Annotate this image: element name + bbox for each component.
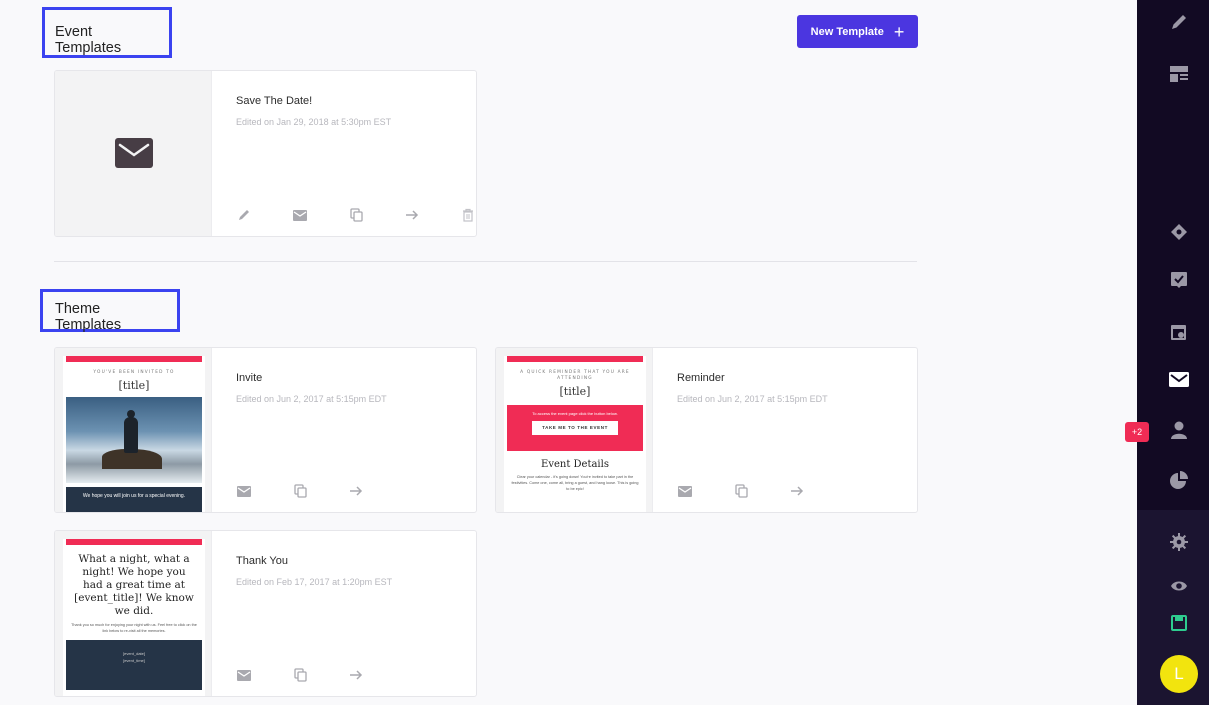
preview-cta-box: To access the event page click the butto… <box>507 405 643 451</box>
template-thumbnail <box>55 71 212 236</box>
theme-templates-heading: Theme Templates <box>40 289 180 333</box>
mail-icon[interactable] <box>235 666 253 684</box>
ticket-icon[interactable] <box>1169 222 1189 242</box>
new-template-label: New Template <box>810 25 884 38</box>
pencil-icon[interactable] <box>1169 12 1189 32</box>
preview-body: Thank you so much for enjoying your nigh… <box>71 623 197 633</box>
template-edited-date: Edited on Feb 17, 2017 at 1:20pm EST <box>236 577 393 587</box>
trash-icon[interactable] <box>459 206 476 224</box>
email-preview: What a night, what a night! We hope you … <box>63 539 205 696</box>
template-thumbnail: A QUICK REMINDER THAT YOU ARE ATTENDING … <box>496 348 653 512</box>
pencil-icon[interactable] <box>235 206 253 224</box>
envelope-icon <box>115 138 153 168</box>
preview-details-heading: Event Details <box>541 459 609 470</box>
preview-box-text: To access the event page click the butto… <box>532 411 618 416</box>
template-thumbnail: YOU'VE BEEN INVITED TO [title] We hope y… <box>55 348 212 512</box>
template-card-save-the-date[interactable]: Save The Date! Edited on Jan 29, 2018 at… <box>54 70 477 237</box>
preview-title: [title] <box>559 385 591 398</box>
template-edited-date: Edited on Jan 29, 2018 at 5:30pm EST <box>236 117 392 127</box>
duplicate-icon[interactable] <box>732 482 750 500</box>
preview-footer: We hope you will join us for a special e… <box>66 487 202 512</box>
template-card-thank-you[interactable]: What a night, what a night! We hope you … <box>54 530 477 697</box>
template-name: Thank You <box>236 555 288 567</box>
preview-footer: [event_date] [event_time] <box>66 640 202 690</box>
email-preview: A QUICK REMINDER THAT YOU ARE ATTENDING … <box>504 356 646 512</box>
email-preview: YOU'VE BEEN INVITED TO [title] We hope y… <box>63 356 205 512</box>
section-divider <box>54 261 917 262</box>
duplicate-icon[interactable] <box>291 666 309 684</box>
right-sidebar <box>1137 0 1209 705</box>
avatar[interactable]: L <box>1160 655 1198 693</box>
preview-line-1: [event_date] <box>122 651 146 656</box>
calendar-icon[interactable] <box>1169 322 1189 342</box>
template-edited-date: Edited on Jun 2, 2017 at 5:15pm EDT <box>236 394 387 404</box>
template-card-reminder[interactable]: A QUICK REMINDER THAT YOU ARE ATTENDING … <box>495 347 918 513</box>
eye-icon[interactable] <box>1169 576 1189 596</box>
duplicate-icon[interactable] <box>291 482 309 500</box>
mail-icon[interactable] <box>676 482 694 500</box>
preview-kicker: A QUICK REMINDER THAT YOU ARE ATTENDING <box>520 370 630 381</box>
arrow-right-icon[interactable] <box>403 206 421 224</box>
preview-kicker: YOU'VE BEEN INVITED TO <box>93 370 175 375</box>
mail-icon[interactable] <box>1169 369 1189 389</box>
pie-chart-icon[interactable] <box>1169 470 1189 490</box>
duplicate-icon[interactable] <box>347 206 365 224</box>
new-template-button[interactable]: New Template + <box>797 15 918 48</box>
preview-cta-button: TAKE ME TO THE EVENT <box>532 421 618 435</box>
mail-icon[interactable] <box>235 482 253 500</box>
layout-icon[interactable] <box>1169 64 1189 84</box>
plus-icon: + <box>893 21 905 42</box>
gear-icon[interactable] <box>1169 532 1189 552</box>
hiker-image <box>66 397 202 483</box>
preview-details-text: Clear your calendar - it's going down! Y… <box>511 475 639 491</box>
template-thumbnail: What a night, what a night! We hope you … <box>55 531 212 696</box>
arrow-right-icon[interactable] <box>788 482 806 500</box>
template-card-invite[interactable]: YOU'VE BEEN INVITED TO [title] We hope y… <box>54 347 477 513</box>
notification-badge: +2 <box>1125 422 1149 442</box>
preview-title: [title] <box>118 379 150 392</box>
arrow-right-icon[interactable] <box>347 482 365 500</box>
template-name: Save The Date! <box>236 95 313 107</box>
checkbox-icon[interactable] <box>1169 270 1189 290</box>
mail-icon[interactable] <box>291 206 309 224</box>
person-icon[interactable] <box>1169 420 1189 440</box>
template-name: Reminder <box>677 372 725 384</box>
template-name: Invite <box>236 372 263 384</box>
preview-heading: What a night, what a night! We hope you … <box>74 553 194 617</box>
event-templates-heading: Event Templates <box>42 7 172 58</box>
preview-line-2: [event_time] <box>123 658 145 663</box>
arrow-right-icon[interactable] <box>347 666 365 684</box>
template-edited-date: Edited on Jun 2, 2017 at 5:15pm EDT <box>677 394 828 404</box>
save-icon[interactable] <box>1169 613 1189 633</box>
